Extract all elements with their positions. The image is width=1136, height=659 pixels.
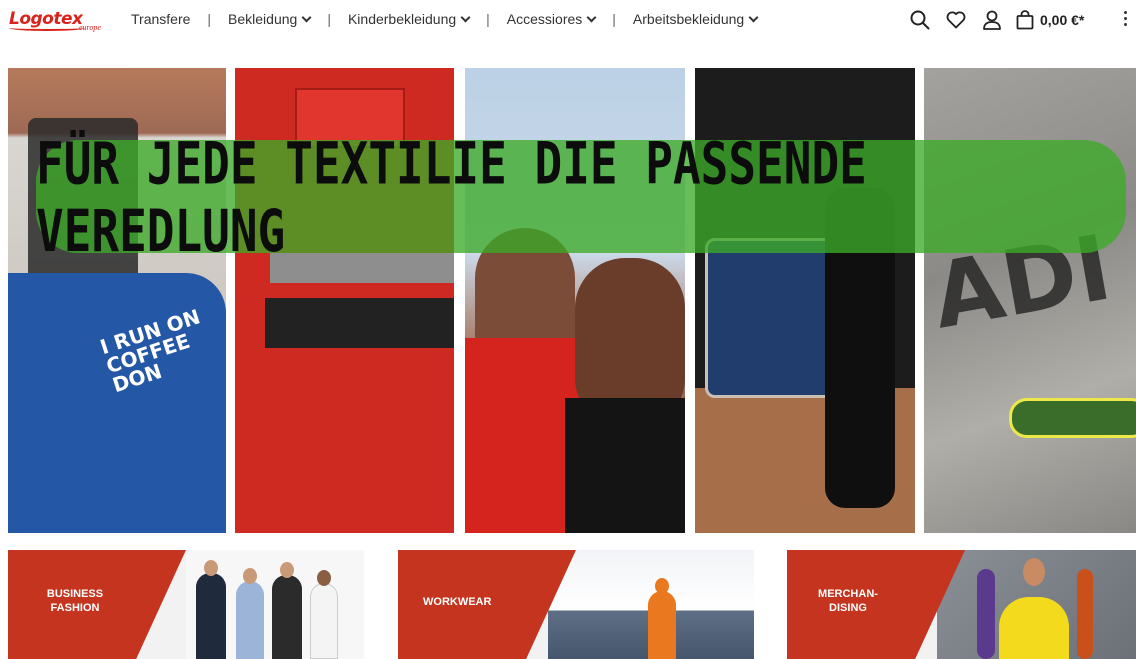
more-menu-button[interactable] <box>1122 11 1128 29</box>
wishlist-button[interactable] <box>944 8 968 32</box>
nav-item-transfere[interactable]: Transfere <box>131 11 190 27</box>
skater-image <box>937 550 1136 659</box>
category-tile-business-fashion[interactable]: BUSINESS FASHION <box>8 550 364 659</box>
nav-separator: | <box>327 11 331 27</box>
hero-banner[interactable]: I RUN ON COFFEE DON ADI FÜR JEDE TEXTILI… <box>8 68 1136 533</box>
nav-item-kinderbekleidung[interactable]: Kinderbekleidung <box>347 11 471 27</box>
nav-separator: | <box>207 11 212 27</box>
nav-item-arbeitsbekleidung[interactable]: Arbeitsbekleidung <box>632 11 759 27</box>
logo-swoosh <box>9 25 85 31</box>
more-vertical-icon <box>1122 11 1128 26</box>
main-nav: Transfere | Bekleidung | Kinderbekleidun… <box>131 11 759 27</box>
category-tile-workwear[interactable]: WORKWEAR <box>398 550 754 659</box>
nav-item-label: Bekleidung <box>228 11 298 27</box>
category-tile-merchandising[interactable]: MERCHAN-DISING <box>787 550 1136 659</box>
chevron-down-icon <box>748 12 759 22</box>
nav-item-label: Transfere <box>131 11 191 27</box>
shopping-bag-icon <box>1016 10 1034 30</box>
nav-separator: | <box>486 11 490 27</box>
heart-icon <box>946 11 966 29</box>
overalls-belt-image <box>265 298 454 348</box>
site-header: Logotex europe Transfere | Bekleidung | … <box>0 0 1136 40</box>
black-shirt-image <box>565 398 685 533</box>
worker-image <box>548 550 754 659</box>
tile-label: WORKWEAR <box>423 596 492 608</box>
search-button[interactable] <box>908 8 932 32</box>
tile-label: BUSINESS FASHION <box>46 588 104 614</box>
logo-subtext: europe <box>79 23 101 32</box>
chevron-down-icon <box>586 12 597 22</box>
nav-separator: | <box>612 11 616 27</box>
account-button[interactable] <box>980 8 1004 32</box>
user-icon <box>983 10 1001 30</box>
nav-item-label: Kinderbekleidung <box>347 11 457 27</box>
hero-headline-banner: FÜR JEDE TEXTILIE DIE PASSENDE VEREDLUNG <box>36 129 1126 264</box>
chevron-down-icon <box>460 12 471 22</box>
search-icon <box>910 10 930 30</box>
cart-button[interactable]: 0,00 €* <box>1016 10 1084 30</box>
logo[interactable]: Logotex europe <box>9 9 113 35</box>
cart-amount: 0,00 €* <box>1040 12 1085 28</box>
graffiti-shape-image <box>1009 398 1136 438</box>
hero-headline: FÜR JEDE TEXTILIE DIE PASSENDE VEREDLUNG <box>36 129 867 264</box>
chevron-down-icon <box>301 12 312 22</box>
nav-item-label: Accessiores <box>506 11 583 27</box>
nav-item-label: Arbeitsbekleidung <box>632 11 745 27</box>
nav-item-bekleidung[interactable]: Bekleidung <box>228 11 312 27</box>
tile-label: MERCHAN-DISING <box>818 588 878 614</box>
nav-item-accessiores[interactable]: Accessiores <box>506 11 597 27</box>
header-tools: 0,00 €* <box>908 8 1084 32</box>
business-people-image <box>186 550 364 659</box>
